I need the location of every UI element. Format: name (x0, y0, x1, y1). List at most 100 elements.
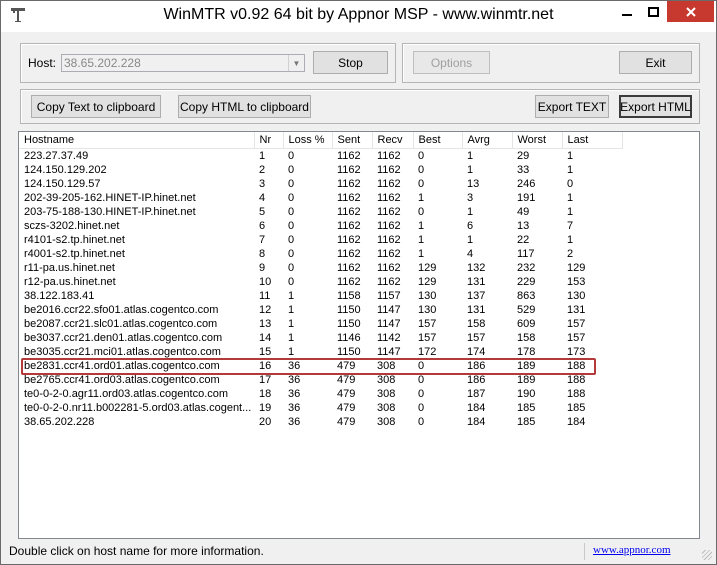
stat-cell: 185 (567, 402, 586, 414)
table-row[interactable]: 124.150.129.202 2 0 1162 1162 0 1 33 1 (19, 163, 622, 177)
close-button[interactable] (667, 1, 714, 22)
column-header-last[interactable]: Last (562, 132, 623, 149)
stat-cell: 157 (567, 318, 586, 330)
table-row[interactable]: be2765.ccr41.ord03.atlas.cogentco.com 17 3… (19, 373, 622, 387)
table-row[interactable]: be2831.ccr41.ord01.atlas.cogentco.com 16 3… (19, 359, 622, 373)
column-header-best[interactable]: Best (413, 132, 463, 149)
table-row[interactable]: 203-75-188-130.HINET-IP.hinet.net 5 0 1162 1… (19, 205, 622, 219)
copy-text-button[interactable]: Copy Text to clipboard (31, 95, 161, 118)
table-row[interactable]: 223.27.37.49 1 0 1162 1162 0 1 29 1 (19, 149, 622, 164)
hostname-cell[interactable]: r11-pa.us.hinet.net (19, 261, 254, 275)
export-html-button[interactable]: Export HTML (619, 95, 692, 118)
maximize-icon (648, 6, 659, 17)
options-button[interactable]: Options (413, 51, 490, 74)
hostname-cell[interactable]: 223.27.37.49 (19, 149, 254, 164)
column-header-loss[interactable]: Loss % (283, 132, 333, 149)
hostname-cell[interactable]: 203-75-188-130.HINET-IP.hinet.net (19, 205, 254, 219)
table-row[interactable]: r12-pa.us.hinet.net 10 0 1162 1162 129 131 229 1… (19, 275, 622, 289)
stat-cell: 0 (418, 360, 425, 372)
stat-cell: 0 (288, 276, 295, 288)
minimize-button[interactable] (613, 1, 640, 22)
stat-cell: 158 (467, 318, 486, 330)
table-row[interactable]: 38.65.202.228 20 36 479 308 0 184 185 184 (19, 415, 622, 429)
stat-cell: 1162 (377, 248, 401, 260)
stat-cell: 3 (259, 178, 266, 190)
title-bar[interactable]: WinMTR v0.92 64 bit by Appnor MSP - www.… (1, 1, 716, 32)
table-row[interactable]: 202-39-205-162.HINET-IP.hinet.net 4 0 1162 1… (19, 191, 622, 205)
host-combobox[interactable]: 38.65.202.228 ▼ (61, 54, 305, 72)
stop-button[interactable]: Stop (313, 51, 388, 74)
table-row[interactable]: 124.150.129.57 3 0 1162 1162 0 13 246 0 (19, 177, 622, 191)
stat-cell: 158 (517, 332, 536, 344)
hostname-cell[interactable]: r4101-s2.tp.hinet.net (19, 233, 254, 247)
exit-button[interactable]: Exit (619, 51, 692, 74)
table-row[interactable]: 38.122.183.41 11 1 1158 1157 130 137 863 130 (19, 289, 622, 303)
stat-cell: 184 (467, 402, 486, 414)
stat-cell: 36 (288, 360, 301, 372)
hostname-cell[interactable]: r12-pa.us.hinet.net (19, 275, 254, 289)
stat-cell: 189 (517, 360, 536, 372)
stat-cell: 1162 (337, 178, 361, 190)
stat-cell: 1 (467, 164, 474, 176)
column-header-sent[interactable]: Sent (332, 132, 373, 149)
table-row[interactable]: r11-pa.us.hinet.net 9 0 1162 1162 129 132 232 12… (19, 261, 622, 275)
table-row[interactable]: be3037.ccr21.den01.atlas.cogentco.com 14 1… (19, 331, 622, 345)
hostname-cell[interactable]: be3035.ccr21.mci01.atlas.cogentco.com (19, 345, 254, 359)
column-header-nr[interactable]: Nr (254, 132, 284, 149)
table-row[interactable]: r4001-s2.tp.hinet.net 8 0 1162 1162 1 4 117 2 (19, 247, 622, 261)
hostname-cell[interactable]: te0-0-2-0.nr11.b002281-5.ord03.atlas.cog… (19, 401, 254, 415)
table-row[interactable]: te0-0-2-0.nr11.b002281-5.ord03.atlas.cog… (19, 401, 622, 415)
chevron-down-icon[interactable]: ▼ (288, 55, 304, 71)
table-row[interactable]: te0-0-2-0.agr11.ord03.atlas.cogentco.com… (19, 387, 622, 401)
hostname-cell[interactable]: be2016.ccr22.sfo01.atlas.cogentco.com (19, 303, 254, 317)
hostname-cell[interactable]: be2831.ccr41.ord01.atlas.cogentco.com (19, 359, 254, 373)
hostname-cell[interactable]: 202-39-205-162.HINET-IP.hinet.net (19, 191, 254, 205)
hostname-cell[interactable]: be2087.ccr21.slc01.atlas.cogentco.com (19, 317, 254, 331)
table-row[interactable]: r4101-s2.tp.hinet.net 7 0 1162 1162 1 1 22 1 (19, 233, 622, 247)
stat-cell: 132 (467, 262, 486, 274)
stat-cell: 0 (567, 178, 574, 190)
status-bar: Double click on host name for more infor… (4, 541, 714, 562)
hostname-cell[interactable]: be2765.ccr41.ord03.atlas.cogentco.com (19, 373, 254, 387)
stat-cell: 246 (517, 178, 536, 190)
table-row[interactable]: be2016.ccr22.sfo01.atlas.cogentco.com 12 1… (19, 303, 622, 317)
stat-cell: 1 (567, 234, 574, 246)
stat-cell: 191 (517, 192, 536, 204)
resize-grip-icon[interactable] (702, 550, 712, 560)
hostname-cell[interactable]: 38.65.202.228 (19, 415, 254, 429)
export-text-button[interactable]: Export TEXT (535, 95, 609, 118)
stat-cell: 1147 (377, 346, 401, 358)
column-header-recv[interactable]: Recv (372, 132, 414, 149)
hostname-cell[interactable]: 124.150.129.57 (19, 177, 254, 191)
stat-cell: 190 (517, 388, 536, 400)
stat-cell: 129 (567, 262, 586, 274)
stat-cell: 1162 (337, 262, 361, 274)
table-row[interactable]: sczs-3202.hinet.net 6 0 1162 1162 1 6 13 7 (19, 219, 622, 233)
stat-cell: 1162 (337, 234, 361, 246)
column-header-worst[interactable]: Worst (512, 132, 563, 149)
column-header-hostname[interactable]: Hostname (19, 132, 255, 149)
appnor-link[interactable]: www.appnor.com (593, 544, 671, 556)
hostname-cell[interactable]: 38.122.183.41 (19, 289, 254, 303)
hostname-cell[interactable]: be3037.ccr21.den01.atlas.cogentco.com (19, 331, 254, 345)
stat-cell: 16 (259, 360, 272, 372)
hostname-cell[interactable]: 124.150.129.202 (19, 163, 254, 177)
copy-html-button[interactable]: Copy HTML to clipboard (178, 95, 311, 118)
stat-cell: 1146 (337, 332, 361, 344)
hops-table[interactable]: Hostname Nr Loss % Sent Recv Best Avrg W… (18, 131, 700, 539)
stat-cell: 33 (517, 164, 530, 176)
close-icon (685, 6, 696, 17)
maximize-button[interactable] (640, 1, 667, 22)
stat-cell: 49 (517, 206, 530, 218)
column-header-avrg[interactable]: Avrg (462, 132, 513, 149)
hostname-cell[interactable]: te0-0-2-0.agr11.ord03.atlas.cogentco.com (19, 387, 254, 401)
stat-cell: 184 (467, 416, 486, 428)
stat-cell: 0 (418, 374, 425, 386)
stat-cell: 4 (259, 192, 266, 204)
table-row[interactable]: be2087.ccr21.slc01.atlas.cogentco.com 13 1… (19, 317, 622, 331)
hostname-cell[interactable]: r4001-s2.tp.hinet.net (19, 247, 254, 261)
table-row[interactable]: be3035.ccr21.mci01.atlas.cogentco.com 15 1… (19, 345, 622, 359)
stat-cell: 22 (517, 234, 530, 246)
hostname-cell[interactable]: sczs-3202.hinet.net (19, 219, 254, 233)
stat-cell: 8 (259, 248, 266, 260)
